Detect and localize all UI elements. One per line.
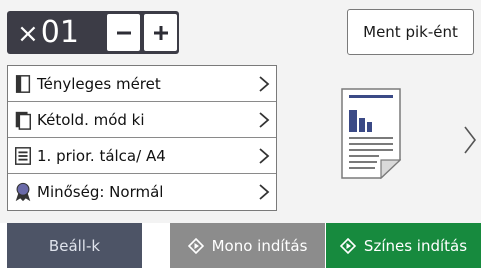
chevron-right-icon bbox=[259, 148, 270, 164]
chevron-right-icon[interactable] bbox=[463, 125, 477, 155]
start-diamond-icon bbox=[339, 237, 356, 254]
document-page-icon bbox=[12, 73, 34, 95]
copies-number: 01 bbox=[40, 15, 79, 50]
settings-button[interactable]: Beáll-k bbox=[7, 223, 142, 268]
settings-list: Tényleges méret Kétold. mód ki 1. prior.… bbox=[7, 65, 277, 211]
mono-start-button[interactable]: Mono indítás bbox=[170, 223, 325, 268]
setting-label: Kétold. mód ki bbox=[37, 110, 145, 129]
increase-copies-button[interactable] bbox=[144, 14, 177, 51]
chevron-right-icon bbox=[259, 76, 270, 92]
copies-counter: ×01 bbox=[7, 11, 179, 54]
setting-row-tray[interactable]: 1. prior. tálca/ A4 bbox=[8, 138, 276, 174]
start-diamond-icon bbox=[187, 237, 204, 254]
save-as-shortcut-button[interactable]: Ment pik-ént bbox=[347, 9, 474, 55]
color-start-button[interactable]: Színes indítás bbox=[326, 223, 481, 268]
setting-row-quality[interactable]: Minőség: Normál bbox=[8, 174, 276, 210]
copies-prefix: × bbox=[17, 19, 39, 49]
quality-ribbon-icon bbox=[12, 181, 34, 203]
setting-label: Tényleges méret bbox=[37, 74, 161, 93]
minus-icon bbox=[116, 31, 131, 34]
document-preview-icon bbox=[341, 88, 402, 180]
copies-value: ×01 bbox=[17, 13, 79, 52]
tray-list-icon bbox=[12, 145, 34, 167]
chevron-right-icon bbox=[259, 112, 270, 128]
decrease-copies-button[interactable] bbox=[107, 14, 140, 51]
copy-screen: ×01 Ment pik-ént Tényleges méret Kétold.… bbox=[0, 0, 481, 268]
setting-label: Minőség: Normál bbox=[37, 183, 164, 201]
setting-row-duplex[interactable]: Kétold. mód ki bbox=[8, 102, 276, 138]
settings-button-label: Beáll-k bbox=[48, 236, 101, 255]
plus-icon bbox=[153, 25, 168, 40]
save-as-shortcut-label: Ment pik-ént bbox=[363, 23, 458, 41]
chevron-right-icon bbox=[259, 184, 270, 200]
mono-start-label: Mono indítás bbox=[211, 236, 308, 255]
setting-label: 1. prior. tálca/ A4 bbox=[37, 146, 166, 165]
setting-row-size[interactable]: Tényleges méret bbox=[8, 66, 276, 102]
color-start-label: Színes indítás bbox=[363, 236, 468, 255]
duplex-page-icon bbox=[12, 109, 34, 131]
